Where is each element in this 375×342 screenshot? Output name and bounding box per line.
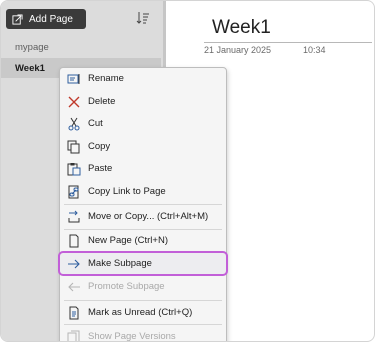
menu-separator (64, 324, 222, 325)
menu-item-label: Delete (88, 96, 116, 107)
menu-item-move-or-copy[interactable]: Move or Copy... (Ctrl+Alt+M) (60, 206, 226, 228)
menu-item-new-page[interactable]: New Page (Ctrl+N) (60, 230, 226, 252)
add-page-button[interactable]: Add Page (6, 9, 86, 29)
add-page-label: Add Page (29, 13, 73, 25)
page-item-label: mypage (15, 41, 49, 53)
page-item-label: Week1 (15, 62, 45, 74)
copy-icon (67, 140, 80, 154)
page-title[interactable]: Week1 (212, 17, 271, 39)
arrow-left-icon (68, 282, 80, 292)
menu-item-cut[interactable]: Cut (60, 113, 226, 135)
menu-item-mark-as-unread[interactable]: Mark as Unread (Ctrl+Q) (60, 302, 226, 324)
menu-item-copy-link[interactable]: Copy Link to Page (60, 181, 226, 203)
menu-item-label: Show Page Versions (88, 331, 176, 342)
page-item-mypage[interactable]: mypage (1, 37, 161, 57)
menu-item-paste[interactable]: Paste (60, 158, 226, 180)
title-underline (204, 42, 372, 43)
page-date: 21 January 2025 (204, 45, 272, 55)
page-versions-icon (67, 330, 80, 341)
menu-separator (64, 204, 222, 205)
menu-item-copy[interactable]: Copy (60, 136, 226, 158)
page-time: 10:34 (303, 45, 326, 55)
link-page-icon (68, 185, 79, 199)
menu-item-label: Copy (88, 141, 111, 152)
scissors-icon (68, 117, 80, 131)
menu-item-rename[interactable]: Rename (60, 68, 226, 90)
menu-item-label: Copy Link to Page (88, 186, 166, 197)
menu-separator (64, 300, 222, 301)
app-window: Add Page mypage Week1 Week1 21 January 2… (0, 0, 375, 342)
menu-item-delete[interactable]: Delete (60, 91, 226, 113)
menu-item-label: Move or Copy... (Ctrl+Alt+M) (88, 211, 209, 222)
arrow-right-icon (68, 259, 80, 269)
add-page-icon (12, 13, 23, 25)
menu-item-label: Promote Subpage (88, 281, 165, 292)
paste-icon (67, 163, 81, 176)
delete-x-icon (68, 96, 80, 108)
menu-item-label: Cut (88, 118, 103, 129)
menu-item-label: Rename (88, 73, 124, 84)
menu-item-make-subpage[interactable]: Make Subpage (60, 253, 226, 275)
menu-item-label: Paste (88, 163, 113, 174)
move-copy-icon (68, 210, 80, 223)
menu-item-promote-subpage: Promote Subpage (60, 276, 226, 298)
menu-item-show-page-versions: Show Page Versions (60, 326, 226, 342)
context-menu: Rename Delete Cut Copy Paste Copy Link t… (58, 67, 228, 342)
menu-item-label: New Page (Ctrl+N) (88, 235, 168, 246)
sort-icon[interactable] (136, 11, 150, 25)
rename-icon (67, 74, 80, 84)
new-page-icon (69, 234, 79, 248)
mark-unread-icon (69, 306, 79, 320)
menu-item-label: Mark as Unread (Ctrl+Q) (88, 307, 193, 318)
menu-item-label: Make Subpage (88, 258, 152, 269)
